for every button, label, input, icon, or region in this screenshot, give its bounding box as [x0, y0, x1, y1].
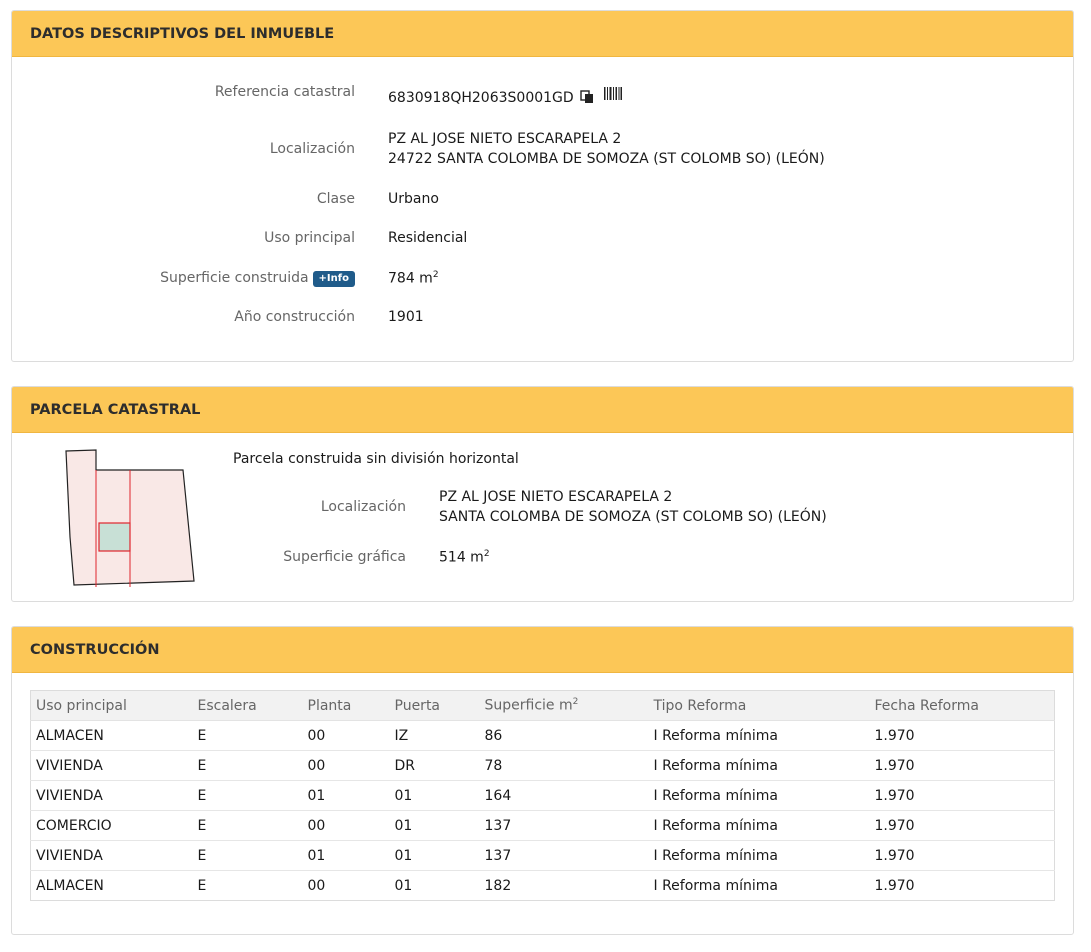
col-tipo-reforma: Tipo Reforma	[648, 690, 870, 721]
col-planta: Planta	[302, 690, 390, 721]
construccion-table: Uso principal Escalera Planta Puerta Sup…	[30, 690, 1055, 901]
clase-value: Urbano	[388, 191, 439, 207]
cell-uso: ALMACEN	[36, 877, 104, 894]
construccion-panel: CONSTRUCCIÓN Uso principal Escalera Plan…	[11, 626, 1074, 935]
table-row: VIVIENDA E 00 DR 78 I Reforma mínima 1.9…	[30, 750, 1055, 781]
cell-puerta: 01	[389, 780, 480, 811]
cell-planta: 00	[307, 877, 326, 894]
cell-puerta: DR	[389, 750, 480, 781]
cell-tipo-reforma: I Reforma mínima	[648, 720, 870, 751]
table-row: COMERCIO E 00 01 137 I Reforma mínima 1.…	[30, 810, 1055, 841]
superficie-grafica-value: 514 m2	[439, 549, 490, 566]
parcel-map-icon[interactable]	[62, 447, 202, 591]
cell-fecha-reforma: 1.970	[869, 750, 1055, 781]
parcela-descripcion: Parcela construida sin división horizont…	[233, 451, 519, 467]
cell-escalera: E	[192, 750, 303, 781]
referencia-catastral-text: 6830918QH2063S0001GD	[388, 90, 574, 106]
cell-planta: 01	[302, 840, 390, 871]
localizacion-line1: PZ AL JOSE NIETO ESCARAPELA 2	[388, 131, 622, 147]
superficie-construida-label: Superficie construida +Info	[12, 270, 355, 287]
cell-superficie: 78	[479, 750, 649, 781]
cell-puerta: 01	[389, 810, 480, 841]
cell-tipo-reforma: I Reforma mínima	[648, 750, 870, 781]
info-button[interactable]: +Info	[312, 271, 355, 287]
parcela-catastral-panel: PARCELA CATASTRAL Parcela construida sin…	[11, 386, 1074, 602]
cell-uso: VIVIENDA	[30, 750, 193, 781]
cell-planta: 00	[302, 750, 390, 781]
col-puerta: Puerta	[389, 690, 480, 721]
col-fecha-reforma: Fecha Reforma	[869, 690, 1055, 721]
cell-uso: COMERCIO	[30, 810, 193, 841]
cell-puerta: IZ	[389, 720, 480, 751]
cell-puerta: 01	[394, 877, 413, 894]
cell-puerta: 01	[389, 840, 480, 871]
cell-escalera: E	[192, 720, 303, 751]
table-row: ALMACEN E 00 01 182 I Reforma mínima 1.9…	[31, 871, 1055, 901]
superficie-grafica-number: 514 m	[439, 549, 484, 566]
cell-escalera: E	[197, 877, 207, 894]
parcela-localizacion-line1: PZ AL JOSE NIETO ESCARAPELA 2	[439, 489, 673, 505]
cell-escalera: E	[192, 810, 303, 841]
cell-fecha-reforma: 1.970	[869, 810, 1055, 841]
cell-superficie: 164	[479, 780, 649, 811]
anio-construccion-value: 1901	[388, 309, 424, 325]
barcode-icon[interactable]	[604, 87, 622, 105]
col-escalera: Escalera	[192, 690, 303, 721]
uso-principal-label: Uso principal	[264, 230, 355, 246]
cell-superficie: 137	[479, 810, 649, 841]
superficie-construida-text: Superficie construida	[160, 270, 309, 286]
clase-label: Clase	[316, 191, 355, 207]
cell-escalera: E	[192, 840, 303, 871]
referencia-catastral-value: 6830918QH2063S0001GD	[388, 90, 594, 106]
cell-fecha-reforma: 1.970	[869, 840, 1055, 871]
parcela-localizacion-label: Localización	[320, 499, 406, 515]
construccion-title: CONSTRUCCIÓN	[12, 627, 1073, 673]
superficie-construida-exp: 2	[432, 270, 439, 280]
uso-principal-value: Residencial	[388, 230, 468, 246]
cell-uso: VIVIENDA	[30, 840, 193, 871]
cell-tipo-reforma: I Reforma mínima	[648, 840, 870, 871]
superficie-grafica-exp: 2	[483, 549, 490, 559]
cell-superficie: 182	[484, 877, 512, 894]
referencia-catastral-label: Referencia catastral	[214, 84, 355, 100]
cell-uso: ALMACEN	[30, 720, 193, 751]
cell-fecha-reforma: 1.970	[874, 877, 915, 894]
anio-construccion-label: Año construcción	[234, 309, 355, 325]
copy-icon[interactable]	[580, 90, 594, 104]
localizacion-label: Localización	[269, 141, 355, 157]
cell-planta: 01	[302, 780, 390, 811]
superficie-construida-number: 784 m	[388, 270, 433, 287]
cell-planta: 00	[302, 720, 390, 751]
cell-planta: 00	[302, 810, 390, 841]
superficie-construida-value: 784 m2	[388, 270, 439, 287]
cell-uso: VIVIENDA	[30, 780, 193, 811]
col-superficie-text: Superficie m	[484, 697, 573, 714]
table-row: VIVIENDA E 01 01 137 I Reforma mínima 1.…	[30, 840, 1055, 871]
table-row: VIVIENDA E 01 01 164 I Reforma mínima 1.…	[30, 780, 1055, 811]
cell-tipo-reforma: I Reforma mínima	[648, 780, 870, 811]
localizacion-line2: 24722 SANTA COLOMBA DE SOMOZA (ST COLOMB…	[388, 151, 825, 167]
col-superficie-exp: 2	[572, 697, 579, 708]
parcela-localizacion-line2: SANTA COLOMBA DE SOMOZA (ST COLOMB SO) (…	[439, 509, 827, 525]
table-row: ALMACEN E 00 IZ 86 I Reforma mínima 1.97…	[30, 720, 1055, 751]
cell-fecha-reforma: 1.970	[869, 780, 1055, 811]
cell-tipo-reforma: I Reforma mínima	[648, 810, 870, 841]
superficie-grafica-label: Superficie gráfica	[283, 549, 406, 565]
parcela-catastral-title: PARCELA CATASTRAL	[12, 387, 1073, 433]
datos-descriptivos-title: DATOS DESCRIPTIVOS DEL INMUEBLE	[12, 11, 1073, 57]
cell-fecha-reforma: 1.970	[869, 720, 1055, 751]
cell-tipo-reforma: I Reforma mínima	[653, 877, 778, 894]
table-header-row: Uso principal Escalera Planta Puerta Sup…	[30, 690, 1055, 721]
col-uso-principal: Uso principal	[30, 690, 193, 721]
cell-escalera: E	[192, 780, 303, 811]
cell-superficie: 137	[479, 840, 649, 871]
datos-descriptivos-panel: DATOS DESCRIPTIVOS DEL INMUEBLE Referenc…	[11, 10, 1074, 362]
col-superficie: Superficie m2	[479, 690, 649, 721]
cell-superficie: 86	[479, 720, 649, 751]
